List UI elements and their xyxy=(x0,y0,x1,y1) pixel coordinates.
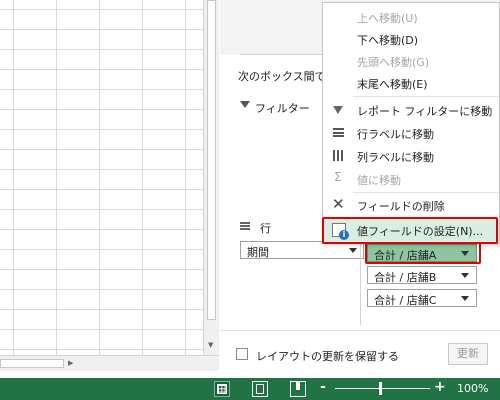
zoom-slider-thumb[interactable] xyxy=(379,382,382,395)
rows-area-label: 行 xyxy=(260,222,271,235)
menu-item-move-down[interactable]: 下へ移動(D) xyxy=(323,28,499,50)
menu-item-label: 下へ移動(D) xyxy=(357,34,419,47)
menu-item-highlight xyxy=(322,217,498,244)
filter-icon xyxy=(240,101,250,108)
normal-view-icon[interactable] xyxy=(214,381,230,397)
scroll-down-arrow-icon[interactable]: ▼ xyxy=(208,341,213,349)
menu-item-label: 先頭へ移動(G) xyxy=(357,56,430,69)
rows-icon xyxy=(333,128,344,137)
filter-area-label: フィルター xyxy=(255,102,310,115)
horizontal-scrollbar[interactable]: ▶ xyxy=(0,355,219,371)
zoom-level[interactable]: 100% xyxy=(457,382,488,395)
defer-update-checkbox[interactable] xyxy=(236,348,248,360)
zoom-slider[interactable] xyxy=(335,388,430,389)
field-context-menu: 上へ移動(U) 下へ移動(D) 先頭へ移動(G) 末尾へ移動(E) レポート フ… xyxy=(322,2,500,244)
menu-item-label: 列ラベルに移動 xyxy=(357,151,434,164)
columns-icon xyxy=(333,150,343,161)
scroll-right-arrow-icon[interactable]: ▶ xyxy=(68,359,73,367)
chevron-down-icon[interactable] xyxy=(461,296,469,301)
value-field-label: 合計 / 店舗B xyxy=(374,271,437,284)
status-bar: - + 100% xyxy=(0,378,500,400)
zoom-in-button[interactable]: + xyxy=(434,379,446,395)
area-separator xyxy=(360,240,361,325)
rows-icon xyxy=(240,222,250,230)
row-field-label: 期間 xyxy=(247,246,269,259)
remove-icon: ✕ xyxy=(332,195,345,213)
update-button[interactable]: 更新 xyxy=(448,343,488,365)
menu-item-label: フィールドの削除 xyxy=(357,200,445,213)
vertical-scroll-thumb[interactable] xyxy=(207,0,216,320)
value-field-item[interactable]: 合計 / 店舗B xyxy=(367,266,477,284)
menu-item-label: レポート フィルターに移動 xyxy=(357,105,493,118)
horizontal-scroll-thumb[interactable] xyxy=(0,359,64,368)
menu-item-label: 上へ移動(U) xyxy=(357,12,418,25)
zoom-out-button[interactable]: - xyxy=(320,379,326,395)
worksheet-grid[interactable] xyxy=(0,0,203,355)
menu-item-move-to-columns[interactable]: 列ラベルに移動 xyxy=(323,145,499,167)
menu-item-label: 値に移動 xyxy=(357,174,401,187)
menu-item-move-to-values[interactable]: Σ 値に移動 xyxy=(323,168,499,190)
menu-item-move-up[interactable]: 上へ移動(U) xyxy=(323,6,499,28)
menu-item-move-to-filter[interactable]: レポート フィルターに移動 xyxy=(323,99,499,121)
menu-separator xyxy=(353,96,499,97)
sigma-icon: Σ xyxy=(334,170,342,184)
chevron-down-icon[interactable] xyxy=(349,248,357,253)
menu-separator xyxy=(353,192,499,193)
page-break-view-icon[interactable] xyxy=(290,381,306,397)
defer-update-label: レイアウトの更新を保留する xyxy=(256,350,399,363)
chevron-down-icon[interactable] xyxy=(461,273,469,278)
menu-item-move-to-rows[interactable]: 行ラベルに移動 xyxy=(323,122,499,144)
menu-item-move-to-top[interactable]: 先頭へ移動(G) xyxy=(323,50,499,72)
menu-item-label: 行ラベルに移動 xyxy=(357,128,434,141)
vertical-scrollbar[interactable]: ▼ xyxy=(203,0,219,355)
filter-icon xyxy=(333,106,343,114)
page-layout-view-icon[interactable] xyxy=(252,381,268,397)
menu-item-move-to-end[interactable]: 末尾へ移動(E) xyxy=(323,72,499,94)
pane-bottom-divider xyxy=(220,330,500,331)
value-field-item[interactable]: 合計 / 店舗C xyxy=(367,289,477,307)
menu-item-remove-field[interactable]: ✕ フィールドの削除 xyxy=(323,194,499,216)
value-field-label: 合計 / 店舗C xyxy=(374,294,437,307)
menu-item-label: 末尾へ移動(E) xyxy=(357,78,428,91)
